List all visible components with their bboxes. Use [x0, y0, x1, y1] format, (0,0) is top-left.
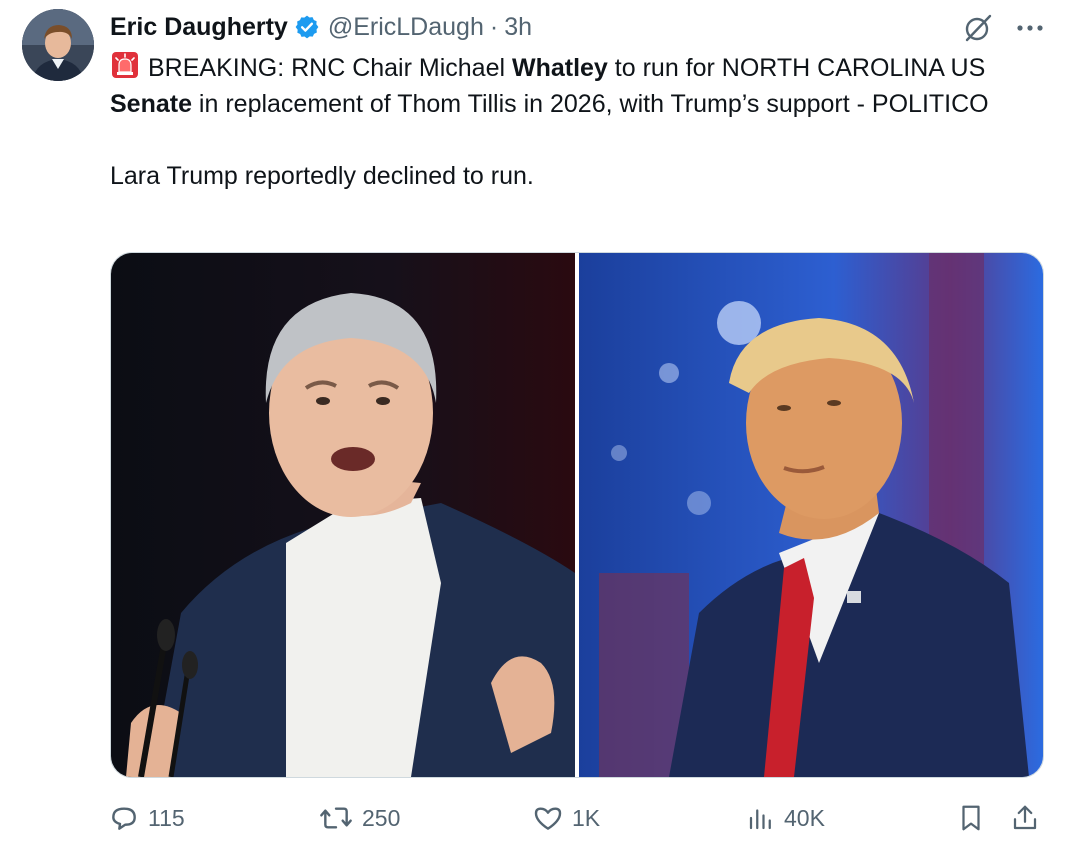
- author-handle[interactable]: @EricLDaugh: [328, 13, 484, 42]
- reply-button[interactable]: 115: [108, 798, 185, 838]
- retweet-count: 250: [362, 804, 401, 831]
- views-count: 40K: [784, 804, 825, 831]
- views-icon: [746, 803, 776, 833]
- avatar[interactable]: [22, 9, 94, 81]
- tweet-paragraph-1: BREAKING: RNC Chair Michael Whatley to r…: [110, 50, 1030, 122]
- tweet-text-bold: Senate: [110, 90, 192, 118]
- tweet-text-part: in replacement of Thom Tillis in 2026, w…: [191, 90, 989, 118]
- bookmark-icon: [956, 802, 986, 834]
- retweet-icon: [318, 802, 354, 834]
- tweet-text-bold: Whatley: [511, 54, 608, 82]
- tweet-text-part: BREAKING: RNC Chair Michael: [148, 54, 512, 82]
- views-button[interactable]: 40K: [746, 798, 825, 838]
- tweet-paragraph-2: Lara Trump reportedly declined to run.: [110, 162, 534, 190]
- tweet-text: BREAKING: RNC Chair Michael Whatley to r…: [110, 50, 1030, 194]
- grok-icon[interactable]: [962, 12, 994, 44]
- tweet-action-bar: 115 250 1K 40K: [108, 798, 1048, 838]
- reply-icon: [108, 802, 140, 834]
- tweet-top-actions: [962, 12, 1044, 44]
- retweet-button[interactable]: 250: [318, 798, 400, 838]
- more-icon[interactable]: [1016, 24, 1044, 32]
- reply-count: 115: [148, 804, 185, 831]
- like-icon: [532, 802, 564, 834]
- separator-dot: ·: [489, 12, 499, 41]
- tweet-media[interactable]: [110, 252, 1044, 778]
- verified-badge-icon: [294, 14, 320, 40]
- bookmark-button[interactable]: [956, 798, 986, 838]
- media-photo-left[interactable]: [111, 253, 575, 777]
- tweet-text-part: to run for NORTH CAROLINA US: [607, 54, 986, 82]
- siren-emoji-icon: [110, 50, 140, 80]
- share-icon: [1010, 802, 1040, 834]
- like-count: 1K: [572, 804, 601, 831]
- like-button[interactable]: 1K: [532, 798, 600, 838]
- author-name[interactable]: Eric Daugherty: [110, 13, 288, 42]
- share-button[interactable]: [1010, 798, 1040, 838]
- media-photo-right[interactable]: [579, 253, 1043, 777]
- tweet-header: Eric Daugherty @EricLDaugh · 3h: [110, 10, 532, 44]
- timestamp[interactable]: 3h: [504, 13, 532, 42]
